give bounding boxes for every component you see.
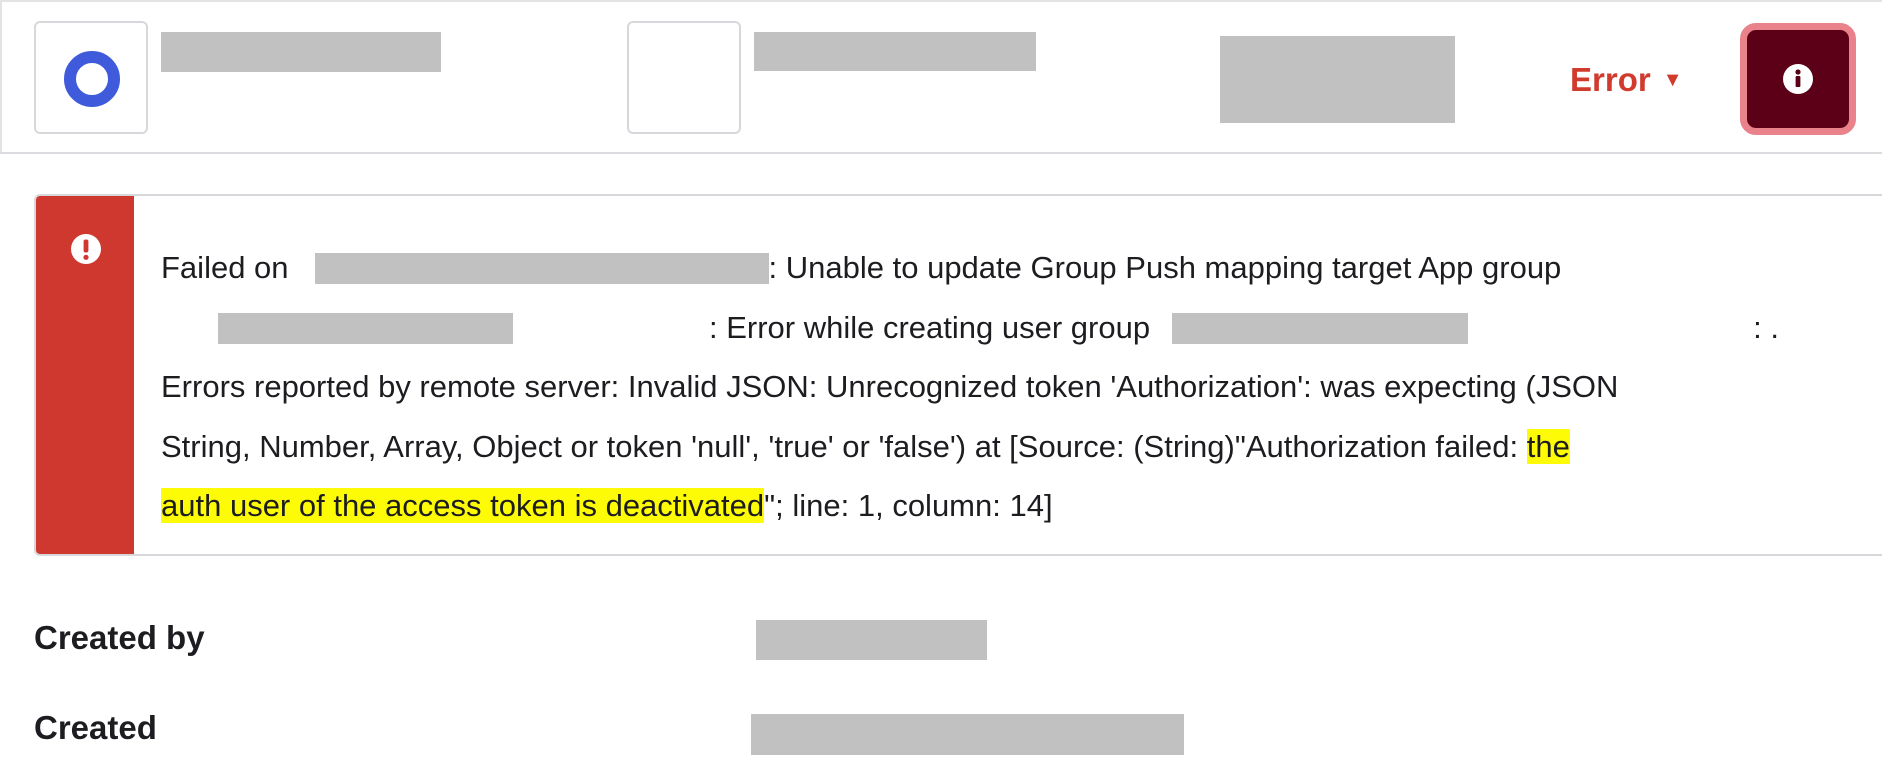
highlighted-text: the xyxy=(1526,428,1570,464)
error-line-1-text: : Unable to update Group Push mapping ta… xyxy=(768,250,1562,285)
error-line-2-text: : Error while creating user group xyxy=(709,309,1151,345)
mapping-detail-redacted xyxy=(1220,36,1455,123)
error-stripe xyxy=(36,196,134,554)
error-prefix: Failed on xyxy=(161,250,289,285)
target-app-tile xyxy=(627,21,741,134)
info-button[interactable] xyxy=(1740,23,1856,135)
redacted-source-name xyxy=(314,253,769,284)
alert-icon xyxy=(71,234,101,264)
caret-down-icon: ▼ xyxy=(1662,69,1683,91)
error-line-5: auth user of the access token is deactiv… xyxy=(161,476,1881,536)
source-app-name-redacted xyxy=(161,32,441,72)
error-line-5-text: "; line: 1, column: 14] xyxy=(764,488,1053,523)
source-app-tile xyxy=(34,21,148,134)
created-by-label: Created by xyxy=(34,619,205,656)
header-left-border xyxy=(0,2,2,152)
created-value-redacted xyxy=(751,714,1184,755)
mapping-header: Error ▼ xyxy=(0,0,1882,154)
error-line-2-suffix: : . xyxy=(1753,309,1779,345)
error-line-1: Failed on : Unable to update Group Push m… xyxy=(161,238,1881,298)
created-label: Created xyxy=(34,709,157,746)
redacted-user-group-name xyxy=(1172,312,1469,344)
error-line-2: : Error while creating user group : . xyxy=(161,298,1881,358)
info-icon xyxy=(1783,64,1813,94)
error-line-4-text: String, Number, Array, Object or token '… xyxy=(161,428,1527,464)
status-dropdown[interactable]: Error ▼ xyxy=(1570,58,1683,102)
highlighted-text-continued: auth user of the access token is deactiv… xyxy=(161,488,765,523)
group-push-error-page: Error ▼ Failed on : Unable to update Grou… xyxy=(0,0,1882,774)
status-label: Error xyxy=(1570,61,1651,98)
source-app-logo-icon xyxy=(64,51,120,107)
created-by-value-redacted xyxy=(756,620,987,660)
redacted-app-group-name xyxy=(218,312,513,344)
error-line-3: Errors reported by remote server: Invali… xyxy=(161,369,1619,404)
target-app-name-redacted xyxy=(754,32,1036,71)
error-line-4: String, Number, Array, Object or token '… xyxy=(161,417,1881,477)
error-message: Failed on : Unable to update Group Push m… xyxy=(161,238,1881,536)
